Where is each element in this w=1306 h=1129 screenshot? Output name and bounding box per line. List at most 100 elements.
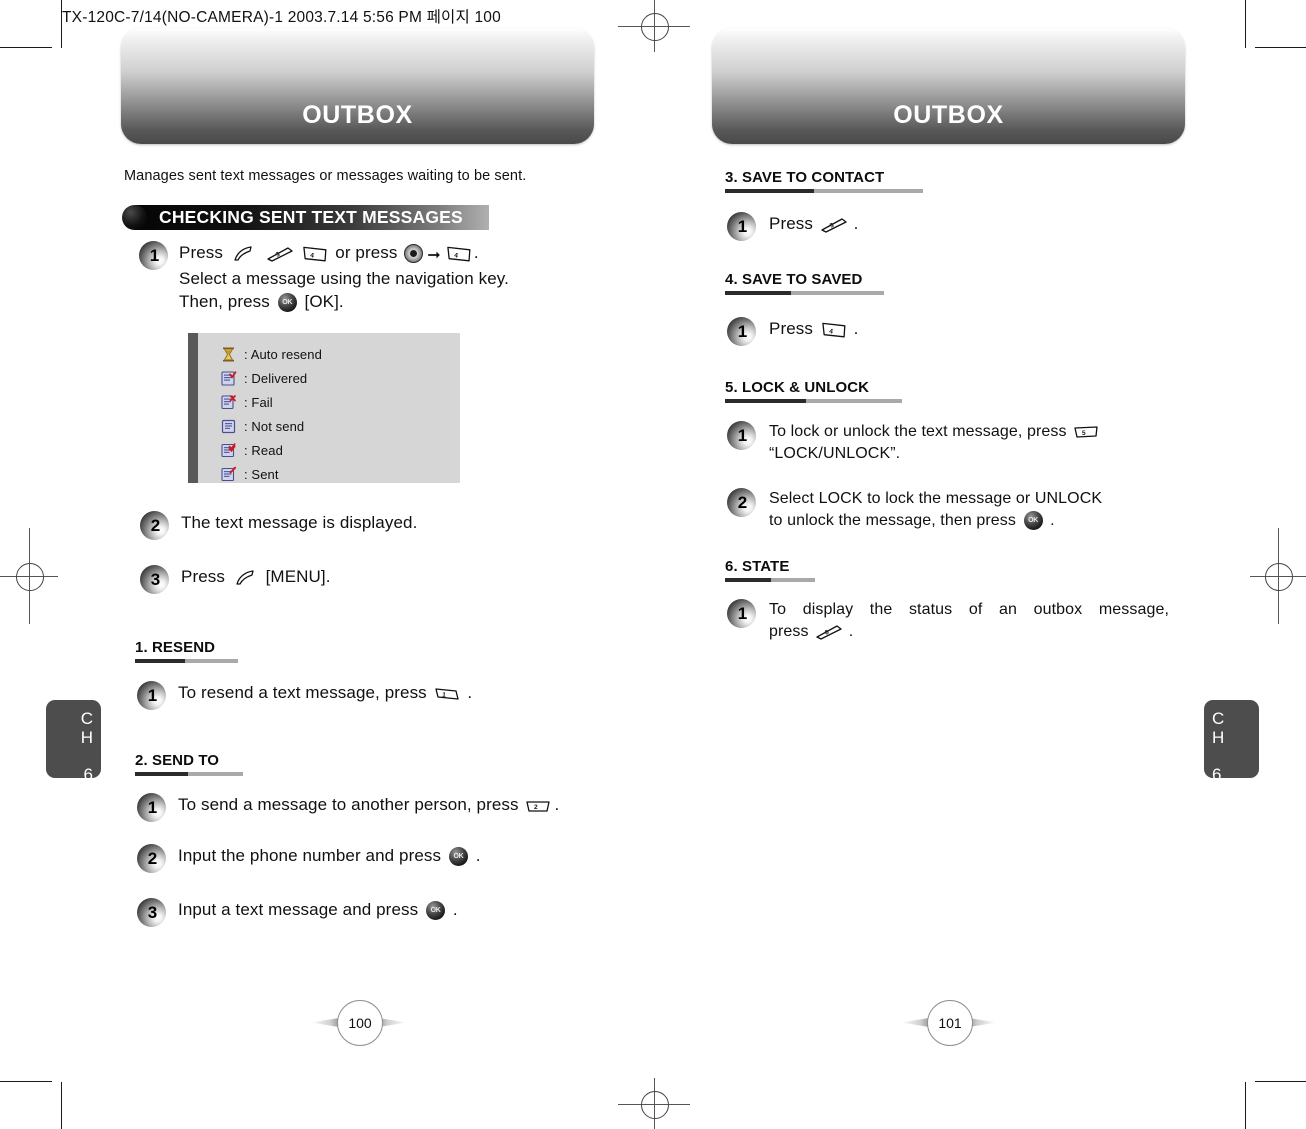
menu-key-icon [232, 570, 259, 586]
section-rule [725, 578, 815, 582]
registration-mark-right [1250, 528, 1306, 624]
left-step-1: 1 Press 3 4 or press ➞ 4. Select a messag… [139, 241, 569, 313]
key-2-icon: 2 [525, 798, 552, 814]
message-sent-icon [220, 466, 237, 483]
crop-mark-bottom-left-h [0, 1081, 52, 1083]
crop-mark-top-right-v [1245, 0, 1247, 48]
registration-mark-top [618, 0, 690, 52]
step-text: Input a text message and press . [178, 898, 458, 921]
lock-unlock-step-2: 2 Select LOCK to lock the message or UNL… [727, 488, 1177, 532]
section-save-to-contact: 3. SAVE TO CONTACT [725, 169, 923, 193]
printer-slug-line: TX-120C-7/14(NO-CAMERA)-1 2003.7.14 5:56… [62, 9, 501, 26]
ok-button-icon [448, 847, 468, 866]
send-to-step-2: 2 Input the phone number and press . [137, 844, 607, 873]
step-number-badge: 3 [137, 898, 166, 927]
key-3-icon: 3 [266, 246, 293, 262]
section-lock-unlock: 5. LOCK & UNLOCK [725, 379, 902, 403]
right-page-banner: OUTBOX [712, 28, 1185, 144]
left-intro-text: Manages sent text messages or messages w… [124, 168, 527, 184]
step-line: Press 3 4 or press ➞ 4. [179, 241, 509, 267]
legend-label: : Auto resend [244, 346, 322, 362]
legend-item: : Sent [198, 462, 460, 486]
svg-text:2: 2 [534, 804, 538, 811]
step-text: Press 3 . [769, 214, 859, 233]
step-line: to unlock the message, then press . [769, 510, 1102, 532]
save-to-saved-step-1: 1 Press 4 . [727, 317, 1167, 346]
section-save-to-saved: 4. SAVE TO SAVED [725, 271, 884, 295]
key-4-icon: 4 [445, 246, 472, 262]
section-rule [725, 399, 902, 403]
left-banner-title: OUTBOX [302, 101, 413, 129]
key-5-icon: 5 [1073, 424, 1100, 440]
manual-spread: TX-120C-7/14(NO-CAMERA)-1 2003.7.14 5:56… [0, 0, 1306, 1129]
lock-unlock-step-1: 1 To lock or unlock the text message, pr… [727, 421, 1177, 465]
folio-left: 100 [311, 1000, 407, 1046]
step-text: Press [MENU]. [181, 567, 331, 586]
ok-button-icon [426, 901, 446, 920]
crop-mark-top-left-h [0, 47, 52, 49]
state-step-1: 1 To display the status of an outbox mes… [727, 599, 1169, 643]
chapter-tab-label: CH [80, 709, 93, 747]
section-title: 6. STATE [725, 558, 790, 575]
step-number-badge: 1 [137, 793, 166, 822]
section-title: 4. SAVE TO SAVED [725, 271, 863, 288]
section-rule [135, 772, 243, 776]
folio-wing-right [379, 1018, 407, 1027]
crop-mark-bottom-right-v [1245, 1082, 1247, 1129]
step-number-badge: 2 [140, 511, 169, 540]
legend-label: : Delivered [244, 370, 308, 386]
section-rule [725, 189, 923, 193]
ok-button-icon [277, 293, 297, 312]
resend-step-1: 1 To resend a text message, press 1 . [137, 681, 577, 710]
legend-spine [188, 333, 198, 483]
step-text: To lock or unlock the text message, pres… [769, 421, 1102, 465]
key-4-icon: 4 [301, 246, 328, 262]
send-to-step-1: 1 To send a message to another person, p… [137, 793, 607, 822]
save-to-contact-step-1: 1 Press 3 . [727, 212, 1167, 241]
step-line: Select LOCK to lock the message or UNLOC… [769, 490, 1103, 507]
legend-item: : Read [198, 438, 460, 462]
chapter-tab-number: 6 [83, 765, 93, 784]
registration-mark-left [0, 528, 58, 624]
send-to-step-3: 3 Input a text message and press . [137, 898, 607, 927]
chapter-tab-right: CH 6 [1204, 700, 1259, 784]
chapter-tab-left: CH 6 [46, 700, 101, 784]
step-number-badge: 1 [727, 421, 756, 450]
section-state: 6. STATE [725, 558, 815, 582]
navigation-key-icon [404, 244, 424, 263]
svg-text:5: 5 [1082, 430, 1086, 437]
chapter-tab-number: 6 [1212, 765, 1222, 784]
step-number-badge: 1 [727, 317, 756, 346]
step-text: Select LOCK to lock the message or UNLOC… [769, 488, 1102, 532]
step-text: To send a message to another person, pre… [178, 795, 560, 814]
section-title: 2. SEND TO [135, 752, 220, 769]
step-text: The text message is displayed. [181, 513, 418, 532]
crop-mark-bottom-right-h [1255, 1081, 1306, 1083]
step-line: “LOCK/UNLOCK”. [769, 445, 901, 462]
chapter-tab-label: CH [1212, 709, 1225, 747]
legend-item: : Delivered [198, 366, 460, 390]
section-title: 5. LOCK & UNLOCK [725, 379, 870, 396]
checking-sent-text-messages-heading: CHECKING SENT TEXT MESSAGES [122, 205, 489, 230]
bullet-dot-icon [122, 205, 147, 230]
step-text: Press 3 4 or press ➞ 4. Select a message … [179, 241, 509, 313]
section-send-to: 2. SEND TO [135, 752, 243, 776]
folio-wing-right [969, 1018, 997, 1027]
ok-button-icon [1023, 511, 1043, 530]
menu-key-icon [230, 246, 257, 262]
section-rule [135, 659, 238, 663]
hourglass-icon [220, 346, 237, 363]
step-line: press 6 . [769, 623, 854, 640]
status-icon-legend: : Auto resend : Delivered : Fail : Not s… [188, 333, 460, 483]
step-text: To display the status of an outbox messa… [769, 599, 1169, 643]
folio-right: 101 [901, 1000, 997, 1046]
crop-mark-top-right-h [1255, 47, 1306, 49]
step-number-badge: 2 [137, 844, 166, 873]
step-text: Press 4 . [769, 319, 859, 338]
legend-item: : Not send [198, 414, 460, 438]
section-resend: 1. RESEND [135, 639, 238, 663]
step-number-badge: 1 [727, 599, 756, 628]
step-number-badge: 1 [727, 212, 756, 241]
step-text: Input the phone number and press . [178, 844, 481, 867]
key-4-icon: 4 [820, 322, 847, 338]
